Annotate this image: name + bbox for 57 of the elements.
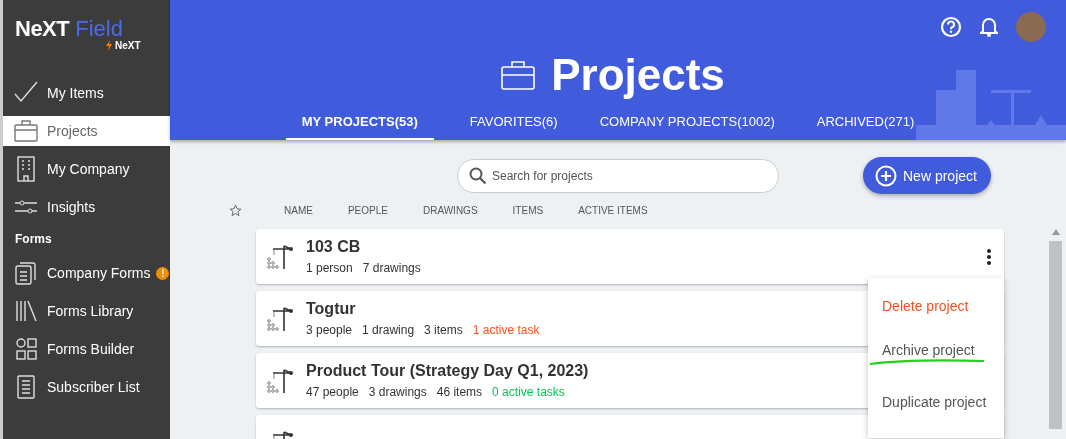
tab[interactable]: MY PROJECTS(53) xyxy=(285,106,434,140)
library-books-icon xyxy=(13,298,39,324)
column-header[interactable]: NAME xyxy=(284,205,313,216)
project-stat: 3 items xyxy=(424,323,463,337)
project-stat: 47 people xyxy=(306,385,359,399)
sidebar-item[interactable]: Subscriber List xyxy=(3,368,170,406)
column-header[interactable]: DRAWINGS xyxy=(422,205,478,216)
tab[interactable]: COMPANY PROJECTS(1002) xyxy=(583,106,791,140)
bolt-icon xyxy=(105,40,113,51)
project-stat: 7 drawings xyxy=(362,261,421,275)
sidebar-item[interactable]: Forms Builder xyxy=(3,330,170,368)
project-stat: 0 active tasks xyxy=(492,385,565,399)
crane-icon xyxy=(264,304,294,333)
alert-badge: ! xyxy=(156,266,170,280)
page-title: Projects xyxy=(551,50,725,100)
project-stat: 46 items xyxy=(436,385,483,399)
column-header[interactable]: PEOPLE xyxy=(347,205,388,216)
crane-icon xyxy=(264,242,294,271)
logo-product: Field xyxy=(75,16,123,41)
tab[interactable]: FAVORITES(6) xyxy=(453,106,574,140)
help-icon[interactable] xyxy=(940,16,962,38)
tab[interactable]: ARCHIVED(271) xyxy=(800,106,931,140)
section-heading: Forms xyxy=(14,231,53,248)
more-options-icon[interactable] xyxy=(986,247,992,266)
project-name: Togtur xyxy=(306,300,356,318)
briefcase-icon xyxy=(13,118,39,144)
star-icon[interactable] xyxy=(229,204,242,217)
project-card[interactable]: 103 CB 1 person 7 drawings xyxy=(256,229,1004,284)
sidebar-item[interactable]: Projects xyxy=(3,116,170,146)
new-project-button[interactable]: New project xyxy=(863,157,991,194)
column-header[interactable]: ITEMS xyxy=(512,205,544,216)
logo-subtitle: NeXT xyxy=(115,40,141,51)
project-name: Product Tour (Strategy Day Q1, 2023) xyxy=(306,362,589,380)
sidebar-item[interactable]: Company Forms ! xyxy=(3,254,170,292)
project-stat: 3 people xyxy=(306,323,353,337)
project-stat: 3 drawings xyxy=(368,385,427,399)
sidebar-item[interactable]: Forms Library xyxy=(3,292,170,330)
project-stat: 1 drawing xyxy=(362,323,415,337)
project-stat: 1 person xyxy=(306,261,353,275)
forms-stack-icon xyxy=(13,260,39,286)
menu-item[interactable]: Delete project xyxy=(882,298,969,314)
crane-icon xyxy=(264,366,294,395)
briefcase-icon xyxy=(501,60,536,90)
scrollbar[interactable] xyxy=(1049,229,1062,429)
scroll-up-arrow-icon[interactable] xyxy=(1051,229,1060,235)
sidebar-item[interactable]: My Items xyxy=(3,74,170,112)
notification-bell-icon[interactable] xyxy=(980,17,998,37)
search-field[interactable]: Search for projects xyxy=(457,158,779,193)
add-circle-icon xyxy=(875,164,897,187)
sidebar-item[interactable]: My Company xyxy=(3,150,170,188)
menu-item[interactable]: Duplicate project xyxy=(882,394,987,410)
sidebar-item[interactable]: Insights xyxy=(3,188,170,226)
column-header[interactable]: ACTIVE ITEMS xyxy=(578,205,648,216)
logo-brand: NeXT xyxy=(15,16,70,42)
project-stat: 1 active task xyxy=(472,323,540,337)
project-name: 103 CB xyxy=(306,238,361,256)
blocks-icon xyxy=(13,336,39,362)
